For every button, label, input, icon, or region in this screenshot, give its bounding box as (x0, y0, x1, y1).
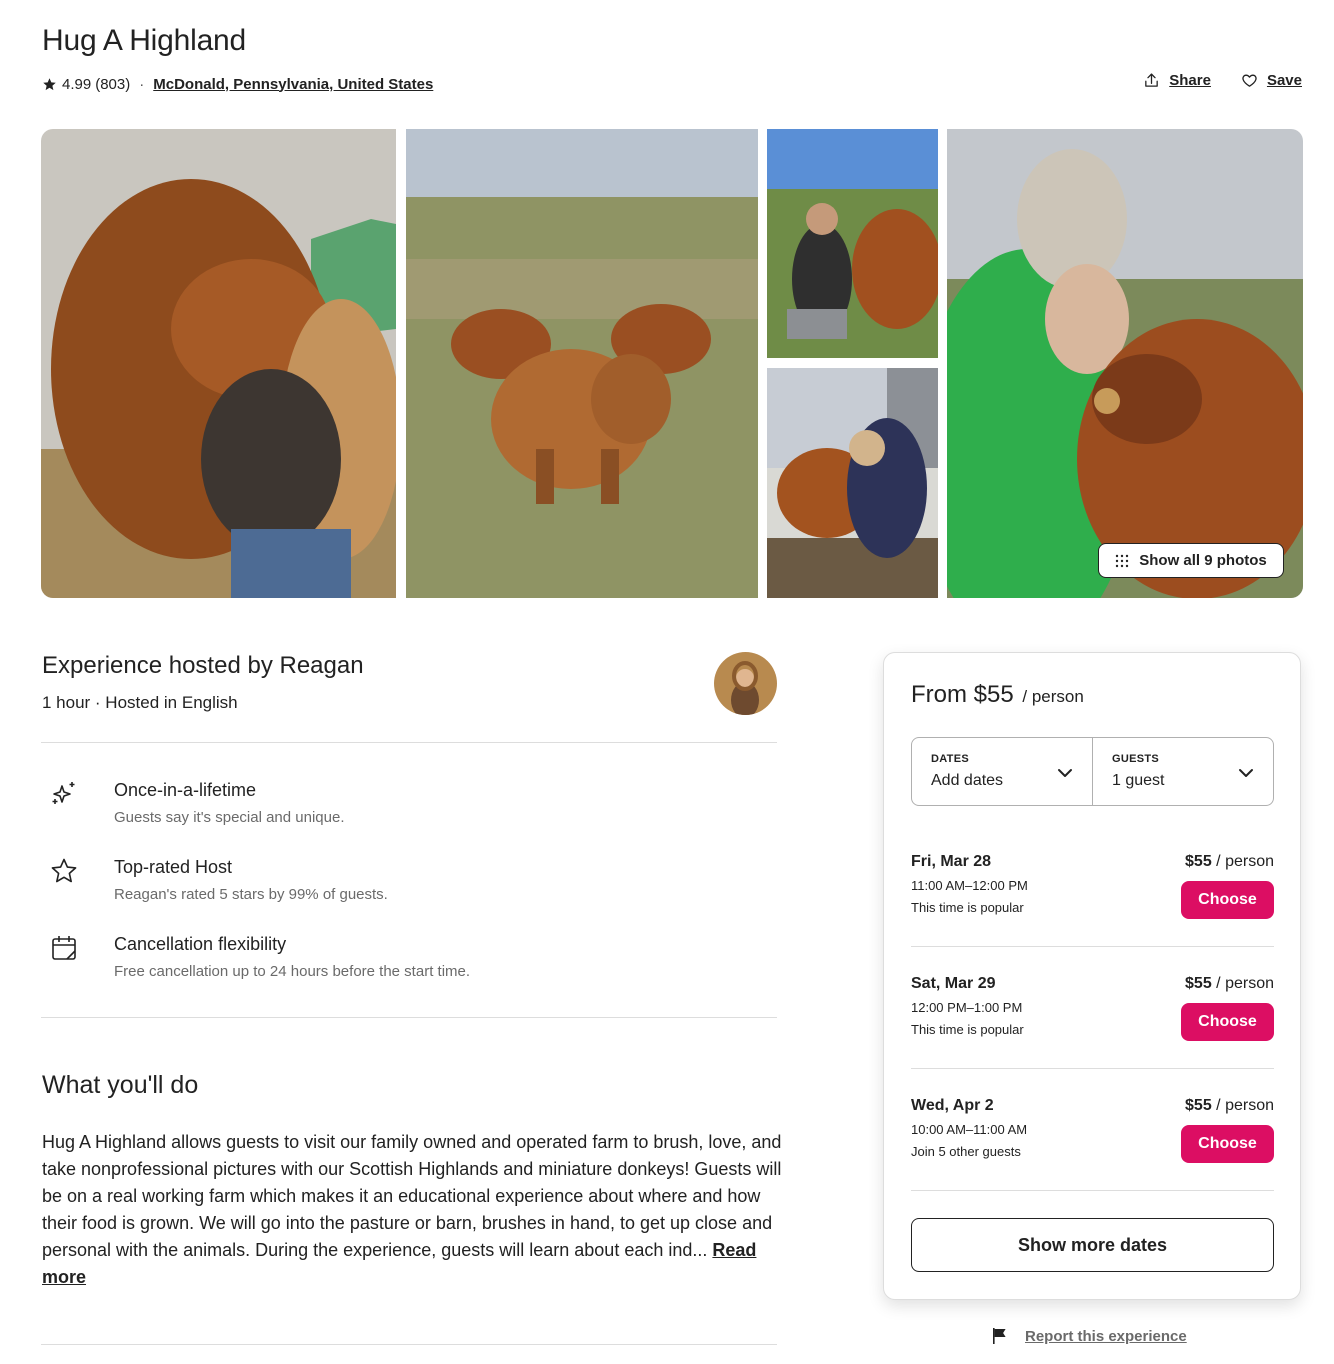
feature-once-in-a-lifetime: Once-in-a-lifetime Guests say it's speci… (42, 780, 742, 840)
report-experience: Report this experience (990, 1327, 1187, 1345)
feature-title: Top-rated Host (114, 857, 233, 877)
share-label: Share (1169, 72, 1211, 89)
time-slot: Wed, Apr 2 10:00 AM–11:00 AM Join 5 othe… (911, 1097, 1274, 1219)
section-divider (41, 1344, 777, 1345)
separator-dot: · (139, 75, 145, 93)
share-icon (1145, 73, 1159, 87)
photo-gallery (41, 129, 1303, 598)
page-title: Hug A Highland (42, 24, 247, 57)
feature-title: Cancellation flexibility (114, 934, 287, 954)
slot-price-unit: / person (1211, 1097, 1274, 1114)
photo-5[interactable] (947, 129, 1303, 598)
price-header: From $55 / person (911, 681, 1084, 709)
photo-3[interactable] (767, 129, 938, 358)
slot-time: 10:00 AM–11:00 AM (911, 1122, 1028, 1137)
host-meta: 1 hour · Hosted in English (42, 693, 238, 712)
slot-date: Wed, Apr 2 (911, 1097, 994, 1114)
dates-guests-picker: DATES Add dates GUESTS 1 guest (911, 737, 1274, 806)
feature-top-rated-host: Top-rated Host Reagan's rated 5 stars by… (42, 857, 742, 917)
booking-card: From $55 / person DATES Add dates GUESTS… (883, 652, 1301, 1300)
choose-button[interactable]: Choose (1181, 881, 1274, 919)
section-divider (41, 742, 777, 743)
slot-price-unit: / person (1211, 975, 1274, 992)
time-slot: Fri, Mar 28 11:00 AM–12:00 PM This time … (911, 853, 1274, 975)
slot-time: 11:00 AM–12:00 PM (911, 878, 1028, 893)
listing-subheader: 4.99 (803) · McDonald, Pennsylvania, Uni… (42, 74, 433, 94)
choose-button[interactable]: Choose (1181, 1125, 1274, 1163)
save-label: Save (1266, 72, 1302, 89)
photo-calves-in-pasture (406, 129, 758, 598)
guests-value: 1 guest (1112, 772, 1165, 789)
calendar-icon (52, 936, 76, 960)
feature-description: Reagan's rated 5 stars by 99% of guests. (114, 886, 388, 903)
price-from: From $55 (911, 681, 1014, 708)
grid-dots-icon (1116, 554, 1129, 567)
slot-price-amount: $55 (1185, 975, 1212, 992)
slot-note: This time is popular (911, 900, 1024, 915)
price-unit: / person (1022, 687, 1084, 706)
photo-woman-feeding-calf (947, 129, 1303, 598)
save-button[interactable]: Save (1241, 72, 1302, 89)
slot-note: Join 5 other guests (911, 1144, 1021, 1159)
slot-price: $55 / person (1185, 975, 1274, 993)
slot-divider (911, 1068, 1274, 1069)
section-title-what-youll-do: What you'll do (42, 1071, 199, 1099)
share-button[interactable]: Share (1143, 72, 1211, 89)
report-experience-link[interactable]: Report this experience (1025, 1328, 1187, 1345)
time-slot: Sat, Mar 29 12:00 PM–1:00 PM This time i… (911, 975, 1274, 1097)
rating-value: 4.99 (62, 75, 92, 93)
slot-price-amount: $55 (1185, 1097, 1212, 1114)
guests-label: GUESTS (1112, 753, 1160, 765)
slot-price: $55 / person (1185, 1097, 1274, 1115)
host-title: Experience hosted by Reagan (42, 652, 364, 679)
heart-icon (1242, 74, 1257, 87)
slot-price-amount: $55 (1185, 853, 1212, 870)
slot-divider (911, 1190, 1274, 1191)
host-avatar-image (714, 652, 777, 715)
photo-man-with-calf (767, 129, 938, 358)
description-text: Hug A Highland allows guests to visit ou… (42, 1132, 782, 1260)
slot-note: This time is popular (911, 1022, 1024, 1037)
star-outline-icon (51, 858, 77, 883)
slot-price: $55 / person (1185, 853, 1274, 871)
dates-selector[interactable]: DATES Add dates (912, 738, 1092, 805)
slot-date: Fri, Mar 28 (911, 853, 992, 870)
photo-1[interactable] (41, 129, 396, 598)
review-count: (803) (95, 75, 131, 93)
photo-4[interactable] (767, 368, 938, 598)
location-link[interactable]: McDonald, Pennsylvania, United States (153, 76, 433, 93)
slot-price-unit: / person (1211, 853, 1274, 870)
dates-label: DATES (931, 753, 969, 765)
section-divider (41, 1017, 777, 1018)
dates-value: Add dates (931, 772, 1004, 789)
chevron-down-icon (1058, 769, 1072, 777)
chevron-down-icon (1239, 769, 1253, 777)
slot-date: Sat, Mar 29 (911, 975, 996, 992)
experience-description: Hug A Highland allows guests to visit ou… (42, 1129, 782, 1291)
feature-description: Free cancellation up to 24 hours before … (114, 963, 471, 980)
flag-icon (993, 1328, 1006, 1344)
show-all-photos-label: Show all 9 photos (1139, 552, 1267, 569)
sparkles-icon (52, 782, 75, 804)
slot-divider (911, 946, 1274, 947)
slot-time: 12:00 PM–1:00 PM (911, 1000, 1023, 1015)
star-icon (43, 77, 56, 90)
header-actions: Share Save (1143, 72, 1302, 89)
host-avatar[interactable] (714, 652, 777, 715)
choose-button[interactable]: Choose (1181, 1003, 1274, 1041)
photo-2[interactable] (406, 129, 758, 598)
photo-woman-hugging-calf-snow (767, 368, 938, 598)
show-more-dates-button[interactable]: Show more dates (911, 1218, 1274, 1272)
show-all-photos-button[interactable]: Show all 9 photos (1098, 543, 1284, 578)
feature-cancellation-flexibility: Cancellation flexibility Free cancellati… (42, 934, 742, 994)
guests-selector[interactable]: GUESTS 1 guest (1092, 738, 1273, 805)
feature-description: Guests say it's special and unique. (114, 809, 345, 826)
feature-title: Once-in-a-lifetime (114, 780, 257, 800)
photo-woman-hugging-calf (41, 129, 396, 598)
